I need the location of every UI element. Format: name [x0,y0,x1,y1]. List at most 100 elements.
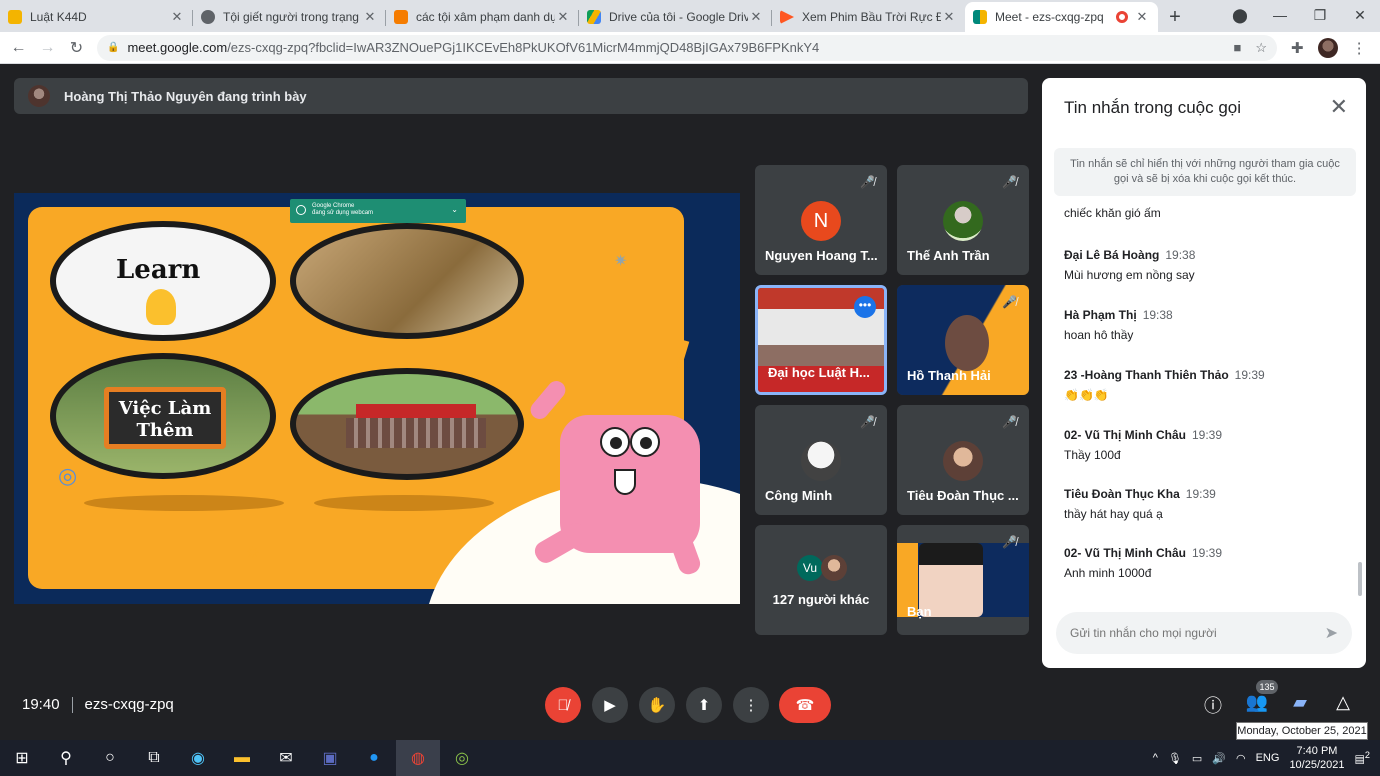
message-body: Thầy 100đ [1064,448,1121,462]
mascot-mouth [614,469,636,495]
browser-tab[interactable]: các tội xâm phạm danh dự, nhân ✕ [386,2,579,32]
wifi-icon[interactable]: ◠ [1236,752,1246,765]
menu-icon[interactable]: ⋮ [1352,39,1367,57]
close-icon[interactable]: ✕ [748,9,764,25]
app-icon[interactable]: ▣ [308,740,352,776]
close-icon[interactable]: ✕ [941,9,957,25]
chrome-icon[interactable]: ◍ [396,740,440,776]
language-indicator[interactable]: ENG [1256,752,1280,764]
browser-tab[interactable]: Tội giết người trong trạng thái ✕ [193,2,386,32]
profile-avatar[interactable] [1317,37,1338,58]
cortana-icon[interactable]: ○ [88,740,132,776]
restore-button[interactable]: ❐ [1300,7,1340,24]
more-vert-icon: ⋮ [743,697,759,714]
more-options-icon[interactable]: ••• [854,296,876,318]
zalo-icon[interactable]: ● [352,740,396,776]
chat-message: 02- Vũ Thị Minh Châu 19:39 Anh minh 1000đ [1064,546,1334,580]
others-tile[interactable]: Vu 127 người khác [755,525,887,635]
browser-tab-active[interactable]: Meet - ezs-cxqg-zpq ✕ [965,2,1158,32]
battery-icon[interactable]: ▭ [1192,752,1202,765]
tab-favicon-icon [201,10,215,24]
browser-tab[interactable]: Luật K44D ✕ [0,2,193,32]
profile-dropdown-icon[interactable]: ⬤ [1220,7,1260,24]
avatar [821,555,847,581]
chat-message: Hà Phạm Thị 19:38 hoan hô thầy [1064,308,1334,342]
shared-screen: Google Chrome đang sử dụng webcam ⌄ Lear… [14,193,740,604]
leave-call-button[interactable]: ☎ [779,687,831,723]
close-icon[interactable]: ✕ [1134,9,1150,25]
close-icon[interactable]: ✕ [169,9,185,25]
notification-count: 2 [1364,750,1370,761]
chevron-up-icon[interactable]: ^ [1153,752,1158,764]
slide-text: Learn [116,255,201,285]
mic-toggle-button[interactable]: 🎙̸ [545,687,581,723]
file-explorer-icon[interactable]: ▬ [220,740,264,776]
forward-icon[interactable]: → [33,39,62,57]
banner [356,404,476,418]
extensions-icon[interactable]: ✚ [1291,39,1304,57]
mail-icon[interactable]: ✉ [264,740,308,776]
app-icon[interactable]: ◎ [440,740,484,776]
chat-message: 02- Vũ Thị Minh Châu 19:39 Thầy 100đ [1064,428,1334,462]
mic-off-icon: 🎤̸ [1002,175,1017,189]
tab-favicon-icon [8,10,22,24]
chat-scrollbar[interactable] [1358,562,1362,596]
info-icon[interactable]: ⓘ [1200,692,1226,718]
notification-icon[interactable]: ▤2 [1355,750,1371,766]
participant-tile[interactable]: 🎤̸ Hồ Thanh Hải [897,285,1029,395]
chat-panel: Tin nhắn trong cuộc gọi ✕ Tin nhắn sẽ ch… [1042,78,1366,668]
message-body: hoan hô thầy [1064,328,1134,342]
more-options-button[interactable]: ⋮ [733,687,769,723]
chat-input[interactable] [1070,626,1325,640]
close-icon[interactable]: ✕ [555,9,571,25]
chat-message: Tiêu Đoàn Thục Kha 19:39 thầy hát hay quá… [1064,487,1334,521]
edge-icon[interactable]: ◉ [176,740,220,776]
send-icon[interactable]: ➤ [1325,623,1338,643]
self-tile[interactable]: 🎤̸ Bạn [897,525,1029,635]
volume-icon[interactable]: 🔊 [1212,752,1226,765]
raise-hand-button[interactable]: ✋ [639,687,675,723]
close-icon[interactable]: ✕ [362,9,378,25]
message-sender: 02- Vũ Thị Minh Châu [1064,546,1186,560]
windows-start-icon[interactable]: ⊞ [0,740,44,776]
browser-tab[interactable]: Drive của tôi - Google Drive ✕ [579,2,772,32]
meet-icon [973,10,987,24]
participant-name: Hồ Thanh Hải [907,368,991,383]
search-icon[interactable]: ⚲ [44,740,88,776]
participant-tile[interactable]: 🎤̸ Thế Anh Trần [897,165,1029,275]
play-icon [780,10,794,24]
chevron-down-icon[interactable]: ⌄ [451,206,458,214]
message-sender: Tiêu Đoàn Thục Kha [1064,487,1180,501]
back-icon[interactable]: ← [4,39,33,57]
browser-tab[interactable]: Xem Phim Bầu Trời Rực Đỏ ✕ [772,2,965,32]
camera-toggle-button[interactable]: ▶ [592,687,628,723]
recording-icon [1116,11,1128,23]
chat-input-box[interactable]: ➤ [1056,612,1352,654]
people-icon[interactable]: 👥 [1244,692,1270,713]
participant-tile-active[interactable]: ••• Đại học Luật H... [755,285,887,395]
slide-image-learn: Learn [50,221,276,341]
webcam-notification[interactable]: Google Chrome đang sử dụng webcam ⌄ [290,199,466,223]
new-tab-button[interactable]: + [1158,2,1192,32]
camera-icon[interactable]: ■ [1233,40,1241,55]
pink-mascot [526,377,703,578]
task-view-icon[interactable]: ⧉ [132,740,176,776]
message-body: Anh minh 1000đ [1064,566,1152,580]
present-button[interactable]: ⬆ [686,687,722,723]
minimize-button[interactable]: — [1260,7,1300,23]
reload-icon[interactable]: ↻ [62,38,91,58]
drive-icon [587,10,601,24]
star-icon[interactable]: ☆ [1255,40,1267,56]
close-icon[interactable]: ✕ [1330,94,1348,120]
chat-icon[interactable]: ▰ [1287,692,1313,713]
participant-tile[interactable]: 🎤̸ Công Minh [755,405,887,515]
close-window-button[interactable]: ✕ [1340,7,1380,24]
address-bar[interactable]: 🔒 meet.google.com/ezs-cxqg-zpq?fbclid=Iw… [97,34,1277,61]
message-body: thầy hát hay quá ạ [1064,507,1163,521]
slide-shadow [84,495,284,511]
participant-tile[interactable]: 🎤̸ Tiêu Đoàn Thục ... [897,405,1029,515]
mic-icon[interactable]: 🎙 [1168,752,1182,765]
clock[interactable]: 7:40 PM 10/25/2021 [1289,744,1344,772]
participant-tile[interactable]: 🎤̸ N Nguyen Hoang T... [755,165,887,275]
activities-icon[interactable]: △ [1330,692,1356,713]
